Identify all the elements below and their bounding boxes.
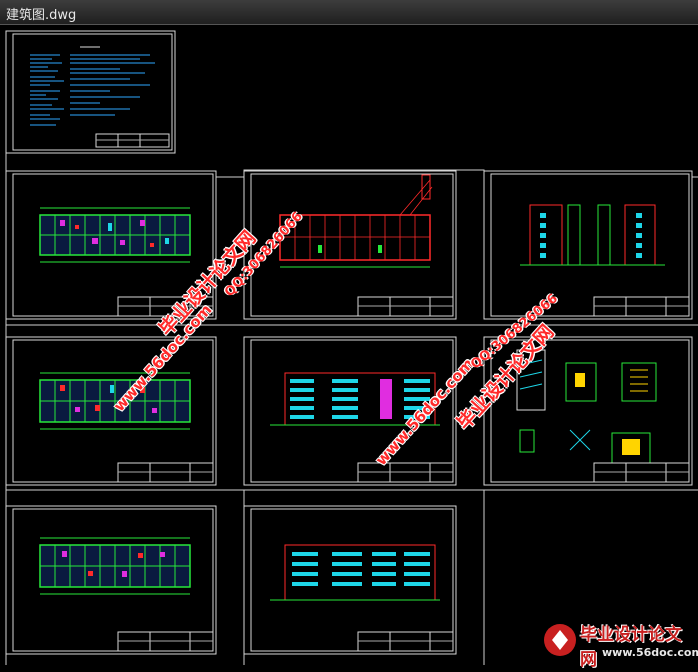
drawing-sheets <box>5 30 698 665</box>
logo-url: www.56doc.com <box>602 646 698 659</box>
sheet-rear-elevation <box>243 505 457 655</box>
sheet-design-notes <box>5 30 176 154</box>
sheet-roof-plan <box>243 170 457 320</box>
window-title: 建筑图.dwg <box>6 8 77 23</box>
logo-name: 毕业设计论文网 <box>580 625 682 670</box>
window-title-bar: 建筑图.dwg <box>0 0 698 25</box>
sheet-side-elevation <box>483 170 693 320</box>
site-logo: 毕业设计论文网 www.56doc.com <box>538 612 698 670</box>
sheet-floor-plan-3 <box>5 505 217 655</box>
sheet-front-elevation <box>243 336 457 486</box>
sheet-floor-plan-1 <box>5 170 217 320</box>
sheet-details <box>483 336 693 486</box>
drawing-canvas[interactable]: 毕业设计论文网 QQ:306826066 www.56doc.com www.5… <box>0 25 698 668</box>
sheet-floor-plan-2 <box>5 336 217 486</box>
